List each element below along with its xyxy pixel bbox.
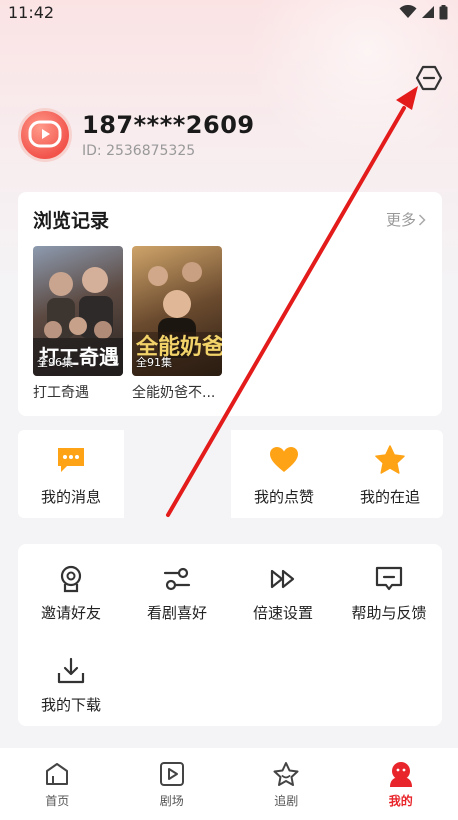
browse-history-card: 浏览记录 更多 打工奇遇 全96集 全能奶爸 全91集 打工奇遇 全能奶爸不..… — [18, 192, 442, 416]
tab-theater[interactable]: 剧场 — [115, 748, 230, 820]
invite-icon — [60, 565, 82, 593]
user-filled-icon — [389, 762, 412, 787]
invite-friends-button[interactable]: 邀请好友 — [18, 564, 124, 623]
more-label: 更多 — [385, 211, 416, 229]
help-feedback-button[interactable]: 帮助与反馈 — [336, 564, 442, 623]
user-id: ID: 2536875325 — [82, 143, 196, 159]
play-logo-icon — [28, 120, 62, 148]
my-messages-button[interactable]: 我的消息 — [18, 430, 124, 507]
history-title: 浏览记录 — [33, 210, 110, 232]
tab-mine-label: 我的 — [388, 794, 413, 808]
tools-card: 邀请好友 看剧喜好 倍速设置 帮助与反馈 我的下载 — [18, 544, 442, 726]
tab-home-label: 首页 — [45, 794, 70, 808]
battery-icon — [439, 4, 448, 19]
profile-section[interactable]: 187****2609 ID: 2536875325 — [18, 108, 255, 162]
tab-follow[interactable]: 追剧 — [229, 748, 344, 820]
my-likes-label: 我的点赞 — [253, 488, 314, 506]
history-item-name-1[interactable]: 打工奇遇 — [33, 382, 129, 402]
tab-theater-label: 剧场 — [159, 794, 184, 808]
download-icon — [57, 657, 85, 684]
heart-icon — [270, 447, 298, 472]
play-box-icon — [159, 762, 184, 786]
fast-forward-icon — [270, 569, 295, 589]
status-bar: 11:42 — [0, 0, 458, 24]
my-downloads-button[interactable]: 我的下载 — [18, 656, 124, 715]
episode-count-1: 全96集 — [37, 356, 73, 369]
help-feedback-label: 帮助与反馈 — [351, 604, 427, 622]
status-icons — [399, 4, 448, 20]
history-item-name-2[interactable]: 全能奶爸不... — [132, 382, 228, 402]
feedback-icon — [375, 566, 403, 591]
watch-preference-button[interactable]: 看剧喜好 — [124, 564, 230, 623]
message-icon — [58, 448, 84, 472]
bottom-tab-bar: 首页 剧场 追剧 我的 — [0, 748, 458, 820]
my-following-label: 我的在追 — [359, 488, 420, 506]
history-poster-2[interactable]: 全能奶爸 全91集 — [132, 246, 222, 376]
avatar[interactable] — [18, 108, 72, 162]
wifi-icon — [399, 5, 417, 18]
my-downloads-label: 我的下载 — [40, 696, 101, 714]
episode-count-2: 全91集 — [136, 356, 172, 369]
my-messages-label: 我的消息 — [40, 488, 101, 506]
my-messages-card: 我的消息 — [18, 430, 124, 518]
watch-preference-label: 看剧喜好 — [146, 604, 207, 622]
signal-icon — [422, 6, 434, 18]
likes-following-card: 我的点赞 我的在追 — [231, 430, 443, 518]
speed-settings-button[interactable]: 倍速设置 — [230, 564, 336, 623]
settings-hex-icon[interactable] — [415, 64, 443, 92]
home-icon — [46, 763, 69, 785]
tab-home[interactable]: 首页 — [0, 748, 115, 820]
history-poster-1[interactable]: 打工奇遇 全96集 — [33, 246, 123, 376]
history-more-link[interactable]: 更多 — [386, 209, 426, 230]
user-phone: 187****2609 — [82, 111, 255, 139]
my-likes-button[interactable]: 我的点赞 — [231, 430, 337, 507]
tab-mine[interactable]: 我的 — [344, 748, 458, 820]
speed-settings-label: 倍速设置 — [252, 604, 313, 622]
my-following-button[interactable]: 我的在追 — [337, 430, 443, 507]
status-time: 11:42 — [8, 2, 55, 22]
star-outline-icon — [273, 762, 299, 786]
tab-follow-label: 追剧 — [274, 794, 299, 808]
star-icon — [375, 445, 405, 474]
preference-sliders-icon — [163, 567, 191, 591]
chevron-right-icon — [418, 213, 426, 226]
invite-friends-label: 邀请好友 — [40, 604, 101, 622]
